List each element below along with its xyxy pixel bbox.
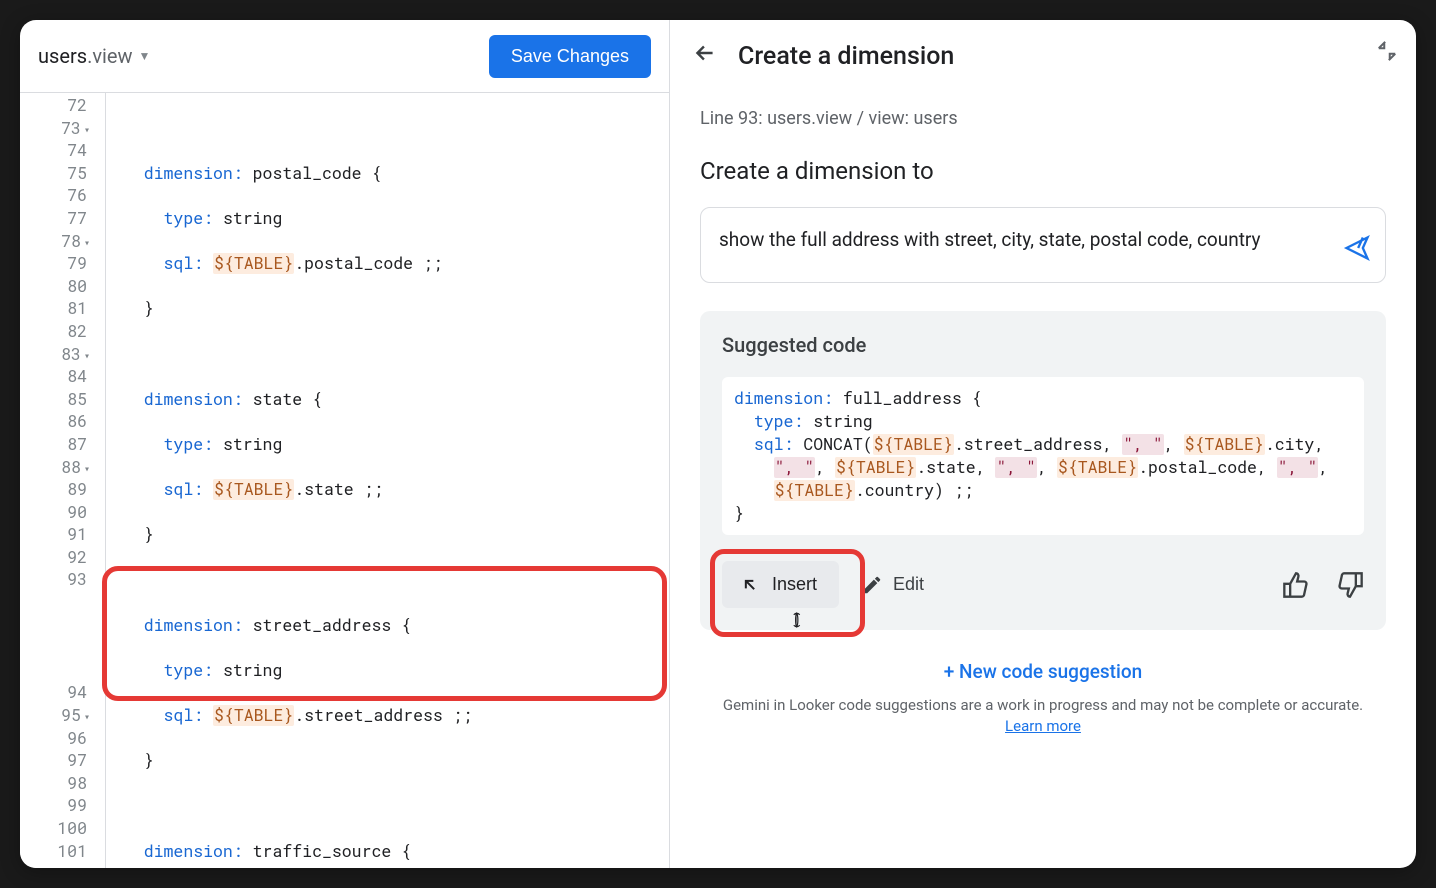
- code-editor[interactable]: 7273747576777879808182838485868788899091…: [20, 92, 669, 868]
- prompt-text: show the full address with street, city,…: [719, 228, 1261, 251]
- breadcrumb: Line 93: users.view / view: users: [700, 108, 1386, 129]
- learn-more-link[interactable]: Learn more: [1005, 717, 1081, 735]
- edit-button[interactable]: Edit: [861, 574, 924, 596]
- editor-header: users.view ▼ Save Changes: [20, 20, 669, 92]
- filename-prefix: users: [38, 44, 87, 68]
- code-content[interactable]: dimension: postal_code { type: string sq…: [106, 93, 669, 868]
- insert-button-label: Insert: [772, 574, 817, 595]
- filename-dropdown[interactable]: users.view ▼: [38, 44, 150, 68]
- edit-button-label: Edit: [893, 574, 924, 595]
- suggested-code-block: dimension: full_address { type: string s…: [722, 377, 1364, 535]
- assistant-body: Line 93: users.view / view: users Create…: [670, 92, 1416, 868]
- editor-panel: users.view ▼ Save Changes 72737475767778…: [20, 20, 670, 868]
- thumbs-up-icon[interactable]: [1282, 571, 1310, 599]
- mouse-cursor-icon: [790, 609, 808, 631]
- editor-gutter: 7273747576777879808182838485868788899091…: [20, 93, 106, 868]
- prompt-heading: Create a dimension to: [700, 157, 1386, 185]
- panel-title: Create a dimension: [738, 42, 954, 71]
- chevron-down-icon: ▼: [139, 49, 151, 63]
- filename-ext: .view: [87, 44, 132, 68]
- send-icon[interactable]: [1343, 234, 1371, 262]
- suggested-code-card: Suggested code dimension: full_address {…: [700, 311, 1386, 630]
- disclaimer-text: Gemini in Looker code suggestions are a …: [700, 695, 1386, 747]
- window: users.view ▼ Save Changes 72737475767778…: [20, 20, 1416, 868]
- collapse-icon[interactable]: [1376, 40, 1398, 62]
- assistant-panel: Create a dimension Line 93: users.view /…: [670, 20, 1416, 868]
- pencil-icon: [861, 574, 883, 596]
- suggested-code-title: Suggested code: [722, 333, 1364, 357]
- thumbs-down-icon[interactable]: [1336, 571, 1364, 599]
- insert-button[interactable]: Insert: [722, 561, 839, 608]
- assistant-header: Create a dimension: [670, 20, 1416, 92]
- suggestion-actions: Insert Edit: [722, 561, 1364, 608]
- new-code-suggestion-link[interactable]: + New code suggestion: [700, 660, 1386, 683]
- back-arrow-icon[interactable]: [692, 40, 718, 72]
- save-changes-button[interactable]: Save Changes: [489, 35, 651, 78]
- prompt-input[interactable]: show the full address with street, city,…: [700, 207, 1386, 283]
- insert-arrow-icon: [740, 575, 760, 595]
